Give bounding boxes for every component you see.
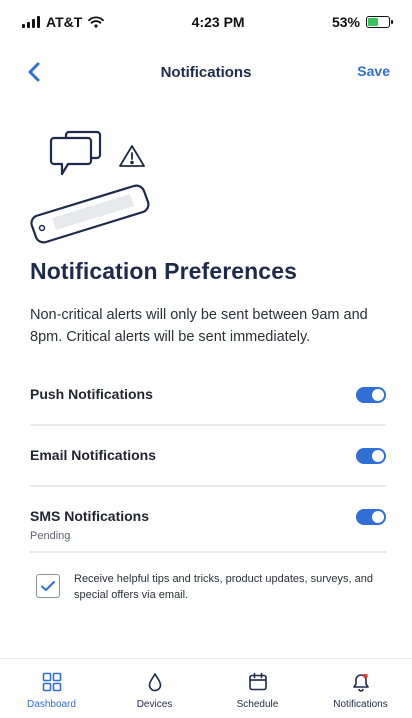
checkmark-icon xyxy=(41,581,55,591)
bell-icon xyxy=(350,671,372,693)
tab-devices[interactable]: Devices xyxy=(103,659,206,718)
tab-dashboard[interactable]: Dashboard xyxy=(0,659,103,718)
sms-notifications-label: SMS Notifications xyxy=(30,508,150,524)
battery-icon xyxy=(366,16,393,28)
tab-notifications[interactable]: Notifications xyxy=(309,659,412,718)
tab-dashboard-label: Dashboard xyxy=(27,699,76,710)
email-notifications-label: Email Notifications xyxy=(30,447,157,463)
tab-bar: Dashboard Devices Schedule Notifications xyxy=(0,658,412,718)
status-right: 53% xyxy=(331,14,393,30)
divider xyxy=(30,485,386,487)
marketing-opt-in: Receive helpful tips and tricks, product… xyxy=(36,571,376,603)
push-notifications-toggle[interactable] xyxy=(356,387,386,403)
preferences-title: Notification Preferences xyxy=(30,258,297,284)
tab-devices-label: Devices xyxy=(136,699,173,710)
tab-schedule-label: Schedule xyxy=(236,699,279,710)
back-button[interactable] xyxy=(20,58,48,86)
setting-row-push: Push Notifications xyxy=(30,386,386,426)
battery-percent: 53% xyxy=(331,14,360,30)
divider xyxy=(30,424,386,426)
sms-status-label: Pending xyxy=(30,530,71,542)
preferences-description: Non-critical alerts will only be sent be… xyxy=(30,307,368,345)
marketing-opt-in-label: Receive helpful tips and tricks, product… xyxy=(74,573,373,601)
water-drop-icon xyxy=(144,671,166,693)
sms-notifications-toggle[interactable] xyxy=(356,509,386,525)
signal-icon xyxy=(22,16,40,28)
battery-fill xyxy=(368,18,378,26)
status-bar: AT&T 4:23 PM 53% xyxy=(0,0,412,44)
email-notifications-toggle[interactable] xyxy=(356,448,386,464)
wifi-icon xyxy=(88,16,105,28)
chat-bubbles-icon xyxy=(49,130,102,176)
marketing-opt-in-checkbox[interactable] xyxy=(36,574,60,598)
setting-row-email: Email Notifications xyxy=(30,447,386,487)
calendar-icon xyxy=(247,671,269,693)
status-time: 4:23 PM xyxy=(191,14,245,30)
tab-notifications-label: Notifications xyxy=(333,699,388,710)
tab-schedule[interactable]: Schedule xyxy=(206,659,309,718)
setting-row-sms: SMS Notifications Pending xyxy=(30,508,386,554)
carrier-label: AT&T xyxy=(46,14,83,30)
push-notifications-label: Push Notifications xyxy=(30,386,153,402)
grid-icon xyxy=(41,671,63,693)
status-left: AT&T xyxy=(22,14,105,30)
phone-icon xyxy=(30,184,150,244)
divider xyxy=(30,551,386,553)
page-title: Notifications xyxy=(160,63,252,81)
notification-illustration xyxy=(30,130,150,244)
chevron-left-icon xyxy=(28,62,40,82)
nav-bar: Notifications Save xyxy=(0,56,412,88)
warning-icon xyxy=(119,145,145,167)
save-button[interactable]: Save xyxy=(357,63,390,79)
